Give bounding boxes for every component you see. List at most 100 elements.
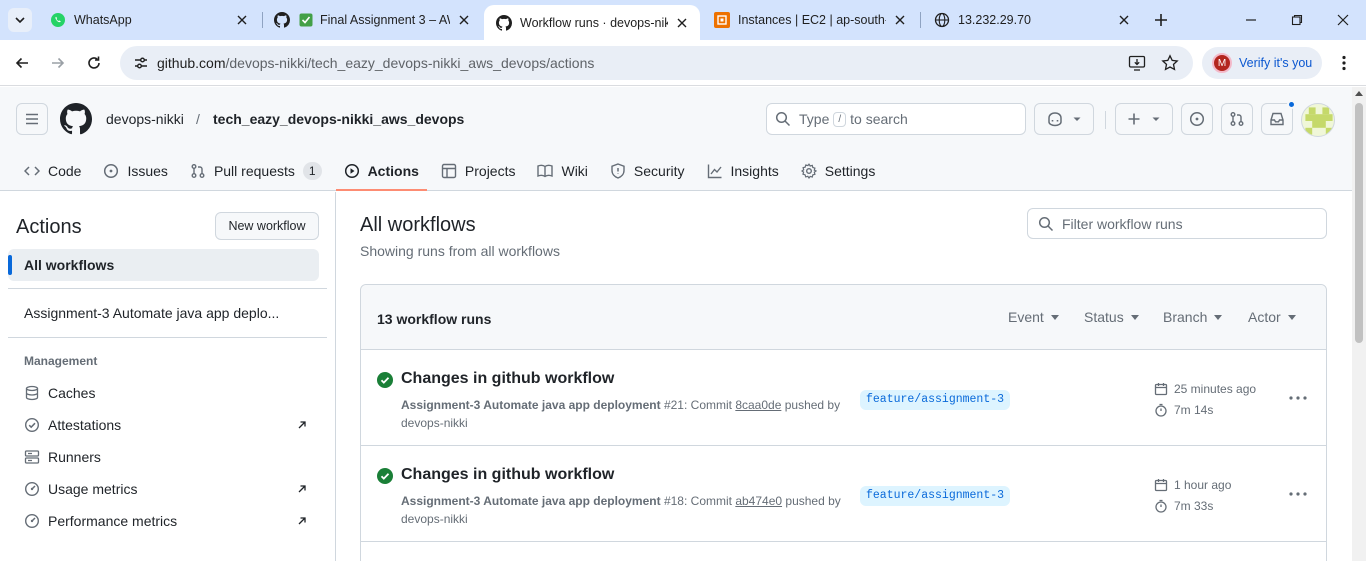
breadcrumb-repo[interactable]: tech_eazy_devops-nikki_aws_devops	[213, 111, 464, 127]
run-time: 1 hour ago	[1154, 478, 1231, 492]
tab-actions[interactable]: Actions	[335, 151, 428, 191]
whatsapp-icon	[50, 12, 66, 28]
tab-security[interactable]: Security	[602, 151, 693, 191]
browser-tab-whatsapp[interactable]: WhatsApp	[38, 0, 260, 40]
pull-request-icon	[1230, 112, 1244, 126]
search-shortcut-key: /	[833, 111, 847, 127]
run-meta: Assignment-3 Automate java app deploymen…	[401, 398, 841, 430]
run-title[interactable]: Changes in github workflow	[401, 466, 614, 484]
create-new-button[interactable]	[1115, 103, 1173, 135]
tab-projects[interactable]: Projects	[433, 151, 524, 191]
calendar-icon	[1154, 479, 1168, 492]
run-title[interactable]: Changes in github workflow	[401, 370, 614, 388]
issues-shortcut-button[interactable]	[1181, 103, 1213, 135]
tab-issues[interactable]: Issues	[95, 151, 175, 191]
verify-identity-button[interactable]: M Verify it's you	[1202, 47, 1322, 79]
close-icon[interactable]	[234, 12, 250, 28]
github-logo-icon[interactable]	[60, 103, 92, 135]
caret-down-icon	[1130, 314, 1139, 320]
inbox-button[interactable]	[1261, 100, 1296, 135]
sidebar-item-caches[interactable]: Caches	[24, 381, 314, 405]
status-filter-dropdown[interactable]: Status	[1084, 309, 1139, 325]
issue-icon	[103, 163, 119, 179]
close-icon[interactable]	[892, 12, 908, 28]
back-button[interactable]	[10, 51, 34, 75]
sidebar-item-workflow[interactable]: Assignment-3 Automate java app deplo...	[24, 305, 279, 321]
pull-requests-shortcut-button[interactable]	[1221, 103, 1253, 135]
install-app-icon[interactable]	[1128, 54, 1146, 72]
restore-button[interactable]	[1274, 0, 1320, 40]
pull-request-count: 1	[302, 162, 322, 180]
event-filter-dropdown[interactable]: Event	[1008, 309, 1059, 325]
scrollbar-thumb[interactable]	[1355, 103, 1363, 343]
address-bar[interactable]: github.com/devops-nikki/tech_eazy_devops…	[120, 46, 1193, 80]
url-text: github.com/devops-nikki/tech_eazy_devops…	[157, 55, 595, 71]
run-options-button[interactable]	[1286, 388, 1310, 408]
filter-runs-field[interactable]	[1027, 208, 1327, 239]
pull-request-icon	[190, 163, 206, 179]
new-tab-button[interactable]	[1150, 9, 1172, 31]
search-input[interactable]: Type / to search	[766, 103, 1026, 135]
new-workflow-button[interactable]: New workflow	[215, 212, 319, 240]
runs-count: 13 workflow runs	[377, 311, 492, 327]
meter-icon	[24, 481, 40, 497]
browser-tab-ec2[interactable]: Instances | EC2 | ap-south-1	[702, 0, 918, 40]
tab-search-button[interactable]	[8, 8, 32, 32]
notification-dot	[1287, 100, 1296, 109]
actor-filter-dropdown[interactable]: Actor	[1248, 309, 1296, 325]
verify-label: Verify it's you	[1239, 56, 1313, 70]
user-avatar[interactable]	[1301, 103, 1335, 137]
page-scrollbar[interactable]	[1352, 87, 1366, 561]
run-duration: 7m 14s	[1154, 403, 1213, 417]
copilot-icon	[1048, 112, 1062, 127]
filter-runs-input[interactable]	[1062, 215, 1312, 232]
sidebar-item-performance-metrics[interactable]: Performance metrics	[24, 509, 314, 533]
tab-title: Instances | EC2 | ap-south-1	[738, 13, 886, 27]
scroll-up-icon[interactable]	[1355, 91, 1363, 96]
tab-settings[interactable]: Settings	[793, 151, 884, 191]
run-options-button[interactable]	[1286, 484, 1310, 504]
forward-button[interactable]	[46, 51, 70, 75]
restore-icon	[1291, 14, 1303, 26]
run-author[interactable]: devops-nikki	[401, 416, 468, 430]
page-subtitle: Showing runs from all workflows	[360, 243, 560, 259]
sidebar-item-attestations[interactable]: Attestations	[24, 413, 314, 437]
close-icon[interactable]	[1116, 12, 1132, 28]
close-window-button[interactable]	[1320, 0, 1366, 40]
branch-label[interactable]: feature/assignment-3	[860, 390, 1011, 410]
close-icon[interactable]	[456, 12, 472, 28]
sidebar-item-usage-metrics[interactable]: Usage metrics	[24, 477, 314, 501]
minimize-button[interactable]	[1228, 0, 1274, 40]
global-menu-button[interactable]	[16, 103, 48, 135]
kebab-horizontal-icon	[1289, 396, 1307, 400]
arrow-left-icon	[15, 57, 28, 69]
chevron-down-icon	[1073, 117, 1081, 121]
actions-sidebar: Actions New workflow All workflows Assig…	[0, 192, 336, 561]
site-info-icon[interactable]	[130, 52, 152, 74]
tab-insights[interactable]: Insights	[699, 151, 787, 191]
tab-pull-requests[interactable]: Pull requests 1	[182, 151, 330, 191]
browser-tab-workflow-runs[interactable]: Workflow runs · devops-nikki	[484, 5, 700, 40]
tab-code[interactable]: Code	[16, 151, 89, 191]
caret-down-icon	[1214, 314, 1223, 320]
reload-button[interactable]	[82, 51, 106, 75]
workflow-run-row[interactable]: Changes in github workflow Assignment-3 …	[361, 350, 1326, 446]
copilot-button[interactable]	[1034, 103, 1094, 135]
workflow-run-row[interactable]: Changes in github workflow Assignment-3 …	[361, 446, 1326, 542]
branch-label[interactable]: feature/assignment-3	[860, 486, 1011, 506]
browser-tab-ip[interactable]: 13.232.29.70	[922, 0, 1142, 40]
tab-title: Final Assignment 3 – AWS	[320, 13, 450, 27]
sidebar-item-runners[interactable]: Runners	[24, 445, 314, 469]
breadcrumb-owner[interactable]: devops-nikki	[106, 111, 184, 127]
commit-sha-link[interactable]: ab474e0	[735, 494, 782, 508]
bookmark-star-icon[interactable]	[1161, 54, 1179, 72]
run-author[interactable]: devops-nikki	[401, 512, 468, 526]
tab-wiki[interactable]: Wiki	[529, 151, 595, 191]
commit-sha-link[interactable]: 8caa0de	[735, 398, 781, 412]
browser-menu-button[interactable]	[1334, 51, 1354, 75]
branch-filter-dropdown[interactable]: Branch	[1163, 309, 1223, 325]
run-duration: 7m 33s	[1154, 499, 1213, 513]
browser-tab-assignment[interactable]: Final Assignment 3 – AWS	[262, 0, 482, 40]
close-icon[interactable]	[674, 15, 690, 31]
sidebar-item-all-workflows[interactable]: All workflows	[8, 249, 319, 281]
